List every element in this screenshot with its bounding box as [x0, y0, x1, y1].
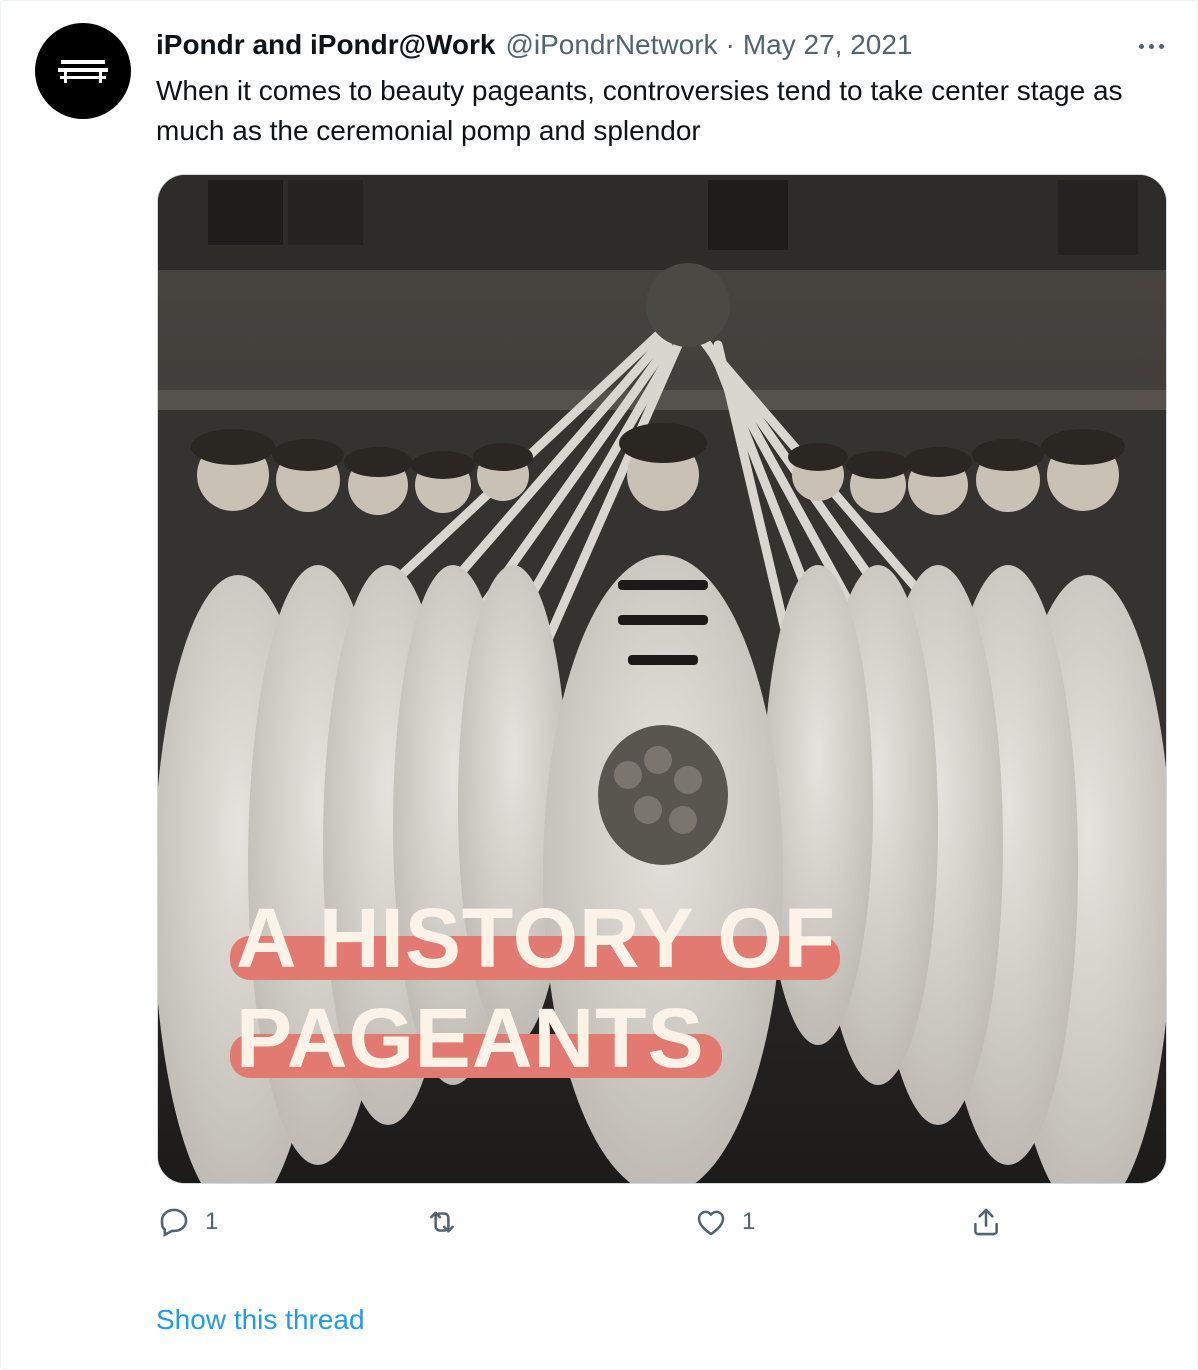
reply-count: 1 — [205, 1208, 219, 1235]
tweet-image[interactable]: A HISTORY OF PAGEANTS — [157, 174, 1167, 1184]
media-title-line2: PAGEANTS — [236, 991, 705, 1085]
author-handle[interactable]: @iPondrNetwork — [505, 29, 717, 61]
media-title-line1: A HISTORY OF — [236, 891, 837, 985]
tweet-header: iPondr and iPondr@Work @iPondrNetwork · … — [156, 29, 913, 65]
tweet-card[interactable]: iPondr and iPondr@Work @iPondrNetwork · … — [0, 0, 1198, 1370]
like-button[interactable]: 1 — [694, 1205, 755, 1239]
tweet-actions: 1 1 — [157, 1205, 1017, 1255]
media-title: A HISTORY OF PAGEANTS — [230, 890, 840, 1090]
retweet-icon — [430, 1211, 454, 1233]
avatar[interactable] — [35, 23, 131, 119]
share-button[interactable] — [969, 1205, 1003, 1239]
share-icon — [974, 1208, 998, 1236]
separator-dot: · — [725, 29, 735, 60]
heart-icon — [697, 1210, 725, 1236]
bench-logo-icon — [58, 60, 108, 83]
reply-button[interactable]: 1 — [157, 1205, 218, 1239]
like-count: 1 — [742, 1208, 756, 1235]
reply-icon — [160, 1208, 188, 1237]
author-name[interactable]: iPondr and iPondr@Work — [156, 29, 495, 61]
tweet-date[interactable]: May 27, 2021 — [743, 29, 913, 61]
more-dots-icon[interactable] — [1131, 31, 1171, 61]
show-thread-link[interactable]: Show this thread — [156, 1304, 365, 1336]
retweet-button[interactable] — [425, 1205, 473, 1239]
tweet-text: When it comes to beauty pageants, contro… — [156, 75, 1123, 146]
